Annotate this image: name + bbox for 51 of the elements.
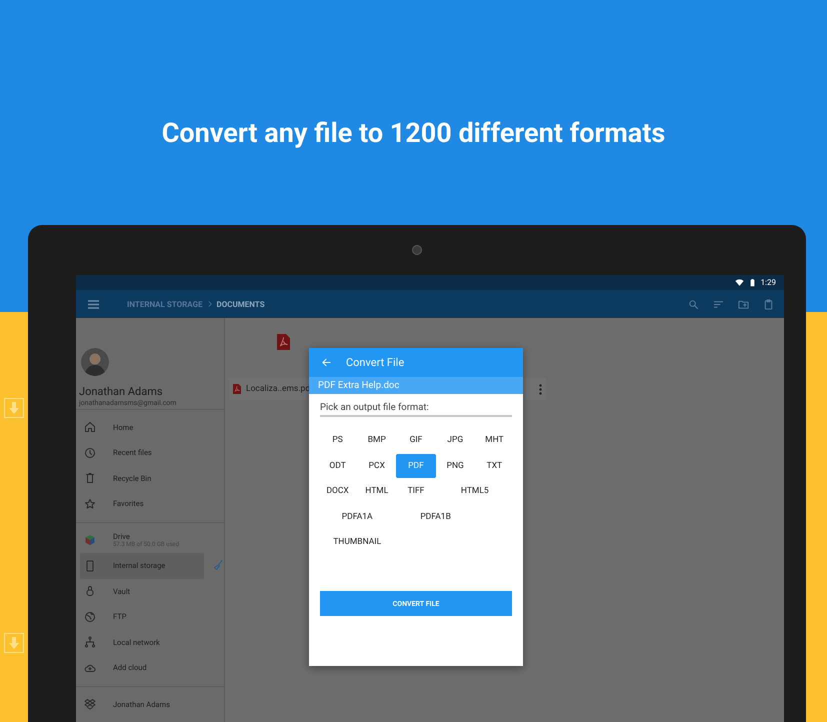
home-icon [84,421,96,434]
dropbox-icon [84,698,96,710]
format-option[interactable]: HTML5 [436,479,514,503]
trash-icon [84,472,96,484]
format-option[interactable]: DOCX [318,479,358,503]
headline: Convert any file to 1200 different formats [160,116,666,150]
format-option[interactable]: MHT [474,428,514,452]
more-icon[interactable] [539,384,542,394]
network-icon [84,636,96,648]
star-icon [84,498,96,510]
status-time: 1:29 [760,278,776,287]
dialog-title: Convert File [346,356,404,369]
download-icon [4,398,24,418]
pdf-file-icon [233,384,241,394]
chevron-icon [206,300,214,308]
format-option[interactable]: PCX [357,454,396,478]
file-name: Localiza..ems.pd [246,384,310,394]
broom-icon [212,559,224,572]
phone-icon [84,560,96,572]
format-option[interactable]: PDFA1B [396,504,475,528]
format-option[interactable]: PNG [436,454,475,478]
format-option[interactable]: TIFF [396,479,436,503]
format-option[interactable]: HTML [357,479,396,503]
format-option[interactable]: BMP [357,428,396,452]
lock-icon [84,585,96,598]
prompt-text: Pick an output file format: [320,402,512,417]
battery-icon [748,278,757,287]
format-option[interactable]: GIF [396,428,436,452]
format-option[interactable]: PS [318,428,358,452]
menu-icon[interactable] [88,300,99,308]
clock-icon [84,446,96,459]
pdf-file-icon [277,334,290,350]
file-name: PDF Extra Help.doc [318,380,400,391]
format-option[interactable]: JPG [436,428,475,452]
avatar [81,348,109,376]
globe-icon [84,610,96,623]
breadcrumb[interactable]: DOCUMENTS [216,300,265,308]
new-folder-icon [738,298,749,310]
format-option[interactable]: THUMBNAIL [318,530,396,554]
wifi-icon [734,278,744,287]
format-option[interactable]: PDFA1A [318,504,396,528]
account-name: Jonathan Adams [79,385,164,398]
clipboard-icon [763,298,774,310]
format-option[interactable]: TXT [474,454,514,478]
format-option[interactable]: ODT [318,454,358,478]
sort-icon [713,298,724,310]
back-icon [321,357,332,368]
download-icon [4,633,24,653]
drive-icon [84,534,96,546]
search-icon [688,298,699,310]
camera-icon [412,245,422,255]
